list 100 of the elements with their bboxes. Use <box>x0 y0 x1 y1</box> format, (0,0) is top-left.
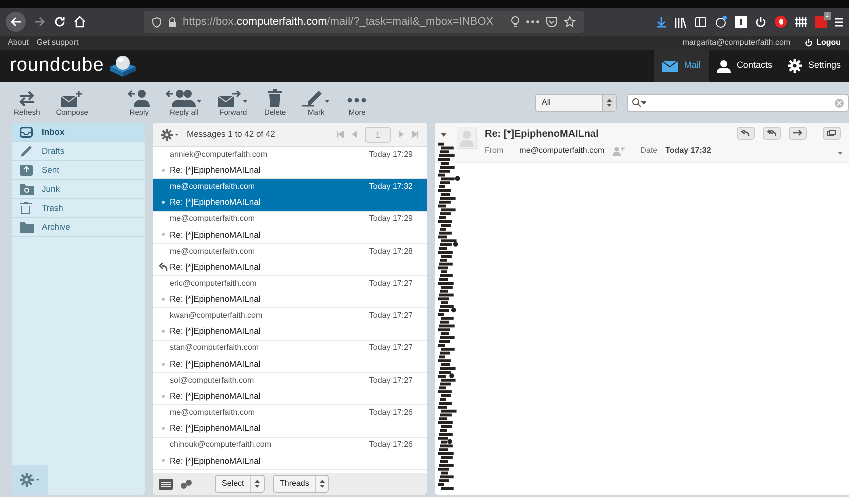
nav-tab[interactable]: Contacts <box>708 50 780 82</box>
message-row[interactable]: me@computerfaith.com Today 17:26 Re: [*]EpiphenoMAILnal <box>153 405 427 438</box>
forward-icon[interactable] <box>34 16 46 28</box>
gear-icon <box>788 59 802 73</box>
logo-text: roundcube <box>10 54 104 78</box>
extension-icon[interactable] <box>735 16 747 28</box>
status-dot-icon[interactable] <box>162 394 164 398</box>
lightbulb-icon[interactable] <box>511 16 520 28</box>
menu-icon[interactable] <box>835 16 843 28</box>
reply-all-button[interactable] <box>763 127 781 140</box>
folder-item[interactable]: Sent <box>12 161 145 180</box>
shield-icon <box>152 16 162 28</box>
sender: sol@computerfaith.com <box>170 374 256 387</box>
envelope-icon <box>662 60 678 72</box>
more-icon[interactable] <box>526 20 540 24</box>
message-date: Today 17:29 <box>369 148 413 161</box>
extension-icon[interactable] <box>795 16 807 28</box>
nav-tab[interactable]: Settings <box>780 50 849 82</box>
pocket-icon[interactable] <box>546 16 558 28</box>
trash-icon <box>268 88 282 107</box>
sender: anniek@computerfaith.com <box>170 148 268 161</box>
status-dot-icon[interactable] <box>162 427 164 430</box>
message-count: Messages 1 to 42 of 42 <box>187 128 276 141</box>
folder-item[interactable]: Archive <box>12 218 145 237</box>
top-link[interactable]: About <box>8 37 29 49</box>
person-arrow-icon <box>128 88 150 107</box>
reply-arrow-icon <box>741 130 751 137</box>
status-dot-icon[interactable] <box>162 362 164 366</box>
message-row[interactable]: sol@computerfaith.com Today 17:27 Re: [*]EpiphenoMAILnal <box>153 373 427 406</box>
message-row[interactable]: stan@computerfaith.com Today 17:27 Re: [*]EpiphenoMAILnal <box>153 340 427 374</box>
message-subject: Re: [*]EpiphenoMAILnal <box>170 293 262 306</box>
top-link[interactable]: Get support <box>36 37 79 49</box>
cube-logo-icon <box>108 54 138 78</box>
status-dot-icon[interactable] <box>162 233 164 236</box>
dots-icon <box>347 98 368 103</box>
folder-item[interactable]: Junk <box>12 180 145 199</box>
settings-icon[interactable] <box>20 473 40 487</box>
message-row[interactable]: kwan@computerfaith.com Today 17:27 Re: [*]EpiphenoMAILnal <box>153 308 427 341</box>
threads-icon[interactable] <box>181 480 193 488</box>
status-dot-icon[interactable] <box>162 459 164 462</box>
logout-link[interactable]: Logou <box>804 37 841 49</box>
lock-icon <box>168 16 177 28</box>
message-subject: Re: [*]EpiphenoMAILnal <box>170 422 262 436</box>
message-date: Today 17:26 <box>369 439 413 452</box>
message-date: Today 17:27 <box>369 278 413 290</box>
back-button[interactable] <box>6 12 26 32</box>
download-icon[interactable] <box>656 16 667 28</box>
extension-icon[interactable] <box>715 16 727 28</box>
avatar-icon <box>457 127 477 149</box>
forward-button[interactable] <box>789 127 807 140</box>
message-subject: Re: [*]EpiphenoMAILnal <box>170 228 262 242</box>
message-subject: Re: [*]EpiphenoMAILnal <box>170 164 262 177</box>
sidebar-icon[interactable] <box>695 16 707 28</box>
threads-dropdown[interactable]: Threads <box>273 475 329 493</box>
home-icon[interactable] <box>74 16 86 28</box>
message-row[interactable]: eric@computerfaith.com Today 17:27 Re: [*]EpiphenoMAILnal <box>153 276 427 308</box>
nav-tab[interactable]: Mail <box>654 50 709 82</box>
status-dot-icon[interactable] <box>162 330 164 334</box>
back-arrow-icon <box>10 16 22 28</box>
message-row[interactable]: me@computerfaith.com Today 17:32 Re: [*]EpiphenoMAILnal <box>153 179 427 212</box>
sender: stan@computerfaith.com <box>170 342 260 354</box>
open-window-button[interactable] <box>823 127 841 140</box>
expand-caret-icon[interactable] <box>838 152 843 155</box>
settings-icon[interactable] <box>161 128 179 140</box>
windows-icon <box>827 130 837 137</box>
list-view-icon[interactable] <box>159 478 173 490</box>
envelope-arrow-icon <box>218 90 242 107</box>
refresh-icon <box>18 90 36 107</box>
message-subject: Re: [*]EpiphenoMAILnal <box>170 454 262 468</box>
power-icon[interactable] <box>755 16 767 28</box>
person-icon <box>716 60 731 72</box>
replied-icon <box>158 263 168 272</box>
extension-icon[interactable] <box>775 16 787 28</box>
message-date: Today 17:26 <box>369 407 413 419</box>
arrow-icon <box>793 130 803 137</box>
search-field[interactable] <box>627 94 849 112</box>
address-bar[interactable]: https://box.computerfaith.com/mail/?_task=mail&_mbox=INBOX <box>144 11 584 33</box>
message-subject: Re: [*]EpiphenoMAILnal <box>170 390 262 403</box>
folder-item[interactable]: Drafts <box>12 142 145 161</box>
sender: kwan@computerfaith.com <box>170 310 264 322</box>
folder-item[interactable]: Trash <box>12 199 145 218</box>
message-row[interactable]: chinouk@computerfaith.com Today 17:26 Re: [*]EpiphenoMAILnal <box>153 438 427 470</box>
folder-item[interactable]: Inbox <box>12 123 145 142</box>
sender: me@computerfaith.com <box>170 407 256 419</box>
status-dot-icon[interactable] <box>162 298 164 301</box>
message-row[interactable]: me@computerfaith.com Today 17:29 Re: [*]EpiphenoMAILnal <box>153 212 427 244</box>
collapse-caret-icon[interactable] <box>441 133 447 137</box>
envelope-plus-icon <box>61 90 84 107</box>
message-title: Re: [*]EpiphenoMAILnal <box>485 128 600 142</box>
library-icon[interactable] <box>675 16 687 28</box>
reload-icon[interactable] <box>54 16 66 28</box>
message-row[interactable]: me@computerfaith.com Today 17:28 Re: [*]EpiphenoMAILnal <box>153 244 427 276</box>
caret-icon <box>243 100 248 103</box>
star-icon[interactable] <box>564 16 576 28</box>
filter-select[interactable]: All <box>535 94 617 112</box>
status-dot-icon[interactable] <box>162 201 164 204</box>
message-date: Today 17:32 <box>369 180 413 193</box>
select-dropdown[interactable]: Select <box>215 475 265 493</box>
reply-button[interactable] <box>737 127 755 140</box>
status-dot-icon[interactable] <box>162 168 164 172</box>
